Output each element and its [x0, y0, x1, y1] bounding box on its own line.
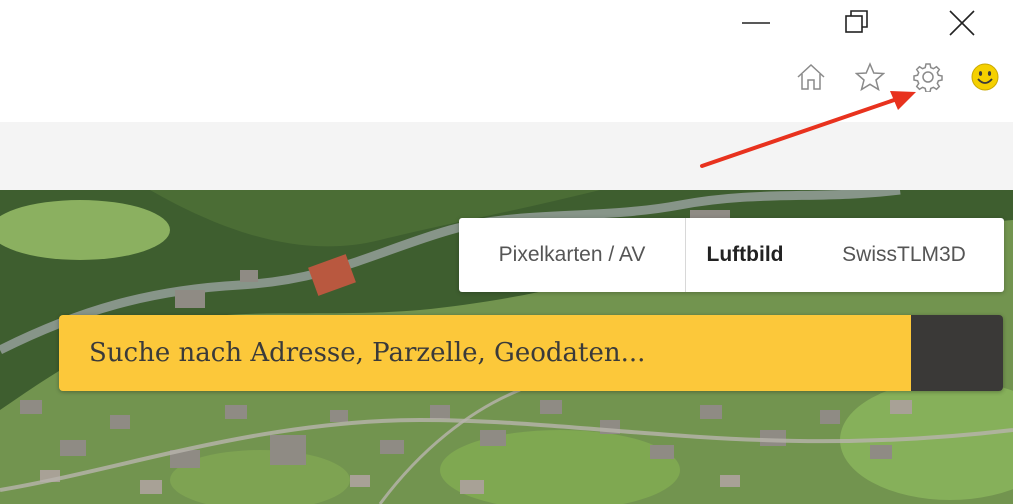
search-button[interactable]: [61, 315, 1003, 391]
gear-icon: [913, 63, 943, 93]
search-field-container: [59, 315, 911, 391]
home-button[interactable]: [796, 62, 826, 92]
search-input[interactable]: [87, 337, 911, 369]
minimize-button[interactable]: [738, 6, 778, 40]
favorites-button[interactable]: [854, 62, 886, 92]
app-header: [0, 122, 1013, 190]
tab-pixelkarten-av[interactable]: Pixelkarten / AV: [459, 218, 686, 292]
feedback-button[interactable]: [970, 62, 1000, 92]
settings-button[interactable]: [913, 62, 943, 93]
minimize-icon: [742, 22, 770, 24]
aerial-map[interactable]: Pixelkarten / AV Luftbild SwissTLM3D: [0, 190, 1013, 504]
restore-icon: [845, 10, 868, 33]
restore-button[interactable]: [836, 6, 876, 40]
smiley-icon: [971, 63, 999, 91]
tab-luftbild[interactable]: Luftbild: [686, 218, 804, 292]
home-icon: [797, 63, 825, 90]
layer-switcher: Pixelkarten / AV Luftbild SwissTLM3D: [459, 218, 1004, 292]
search-bar: [59, 315, 1003, 391]
close-icon: [949, 10, 975, 36]
star-icon: [854, 62, 886, 92]
search-icon: [61, 317, 88, 344]
tab-swisstlm3d[interactable]: SwissTLM3D: [804, 218, 1004, 292]
browser-chrome: [0, 0, 1013, 122]
close-button[interactable]: [944, 6, 984, 40]
